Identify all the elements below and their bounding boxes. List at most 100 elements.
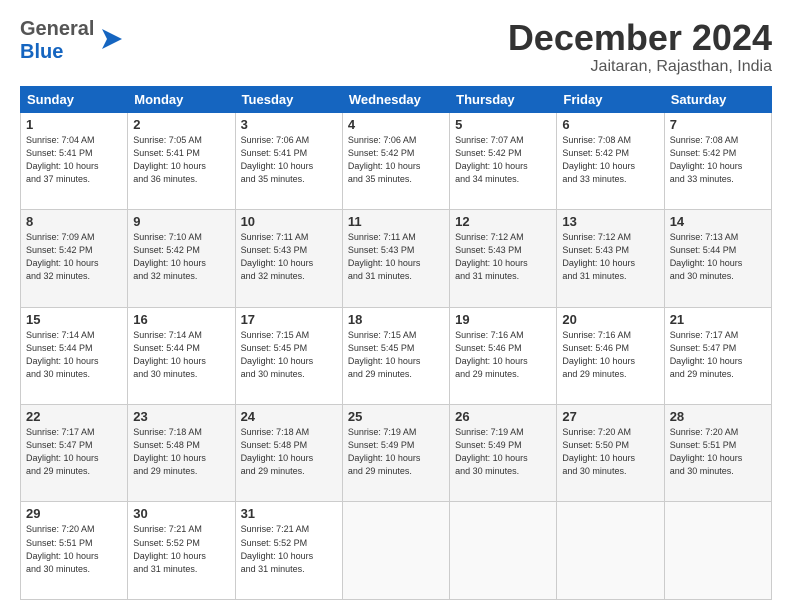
day-info: Sunrise: 7:11 AMSunset: 5:43 PMDaylight:… [241,231,337,283]
day-number: 26 [455,409,551,424]
day-cell: 12 Sunrise: 7:12 AMSunset: 5:43 PMDayligh… [450,210,557,307]
day-cell: 19Sunrise: 7:16 AMSunset: 5:46 PMDayligh… [450,307,557,404]
day-info: Sunrise: 7:14 AMSunset: 5:44 PMDaylight:… [133,329,229,381]
day-number: 6 [562,117,658,132]
day-number: 7 [670,117,766,132]
day-number: 22 [26,409,122,424]
calendar-row: 15 Sunrise: 7:14 AMSunset: 5:44 PMDayligh… [21,307,772,404]
calendar-row: 29Sunrise: 7:20 AMSunset: 5:51 PMDayligh… [21,502,772,600]
day-info: Sunrise: 7:21 AMSunset: 5:52 PMDaylight:… [241,523,337,575]
day-cell: 23 Sunrise: 7:18 AMSunset: 5:48 PMDayligh… [128,405,235,502]
day-cell: 16Sunrise: 7:14 AMSunset: 5:44 PMDayligh… [128,307,235,404]
day-cell: 24 Sunrise: 7:18 AMSunset: 5:48 PMDayligh… [235,405,342,502]
day-info: Sunrise: 7:13 AMSunset: 5:44 PMDaylight:… [670,231,766,283]
day-cell: 28Sunrise: 7:20 AMSunset: 5:51 PMDayligh… [664,405,771,502]
day-info: Sunrise: 7:17 AMSunset: 5:47 PMDaylight:… [670,329,766,381]
day-cell: 29Sunrise: 7:20 AMSunset: 5:51 PMDayligh… [21,502,128,600]
day-number: 27 [562,409,658,424]
day-number: 18 [348,312,444,327]
day-number: 12 [455,214,551,229]
day-info: Sunrise: 7:14 AMSunset: 5:44 PMDaylight:… [26,329,122,381]
header-wednesday: Wednesday [342,86,449,112]
calendar-row: 1 Sunrise: 7:04 AMSunset: 5:41 PMDaylight… [21,112,772,209]
day-cell: 14Sunrise: 7:13 AMSunset: 5:44 PMDayligh… [664,210,771,307]
day-info: Sunrise: 7:12 AMSunset: 5:43 PMDaylight:… [562,231,658,283]
header-monday: Monday [128,86,235,112]
header-saturday: Saturday [664,86,771,112]
day-cell: 1 Sunrise: 7:04 AMSunset: 5:41 PMDaylight… [21,112,128,209]
empty-cell [664,502,771,600]
day-info: Sunrise: 7:19 AMSunset: 5:49 PMDaylight:… [455,426,551,478]
day-info: Sunrise: 7:06 AMSunset: 5:42 PMDaylight:… [348,134,444,186]
weekday-header-row: Sunday Monday Tuesday Wednesday Thursday… [21,86,772,112]
day-info: Sunrise: 7:17 AMSunset: 5:47 PMDaylight:… [26,426,122,478]
day-cell: 3 Sunrise: 7:06 AMSunset: 5:41 PMDaylight… [235,112,342,209]
day-number: 30 [133,506,229,521]
page: General Blue December 2024 Jaitaran, Raj… [0,0,792,612]
calendar-row: 8 Sunrise: 7:09 AMSunset: 5:42 PMDaylight… [21,210,772,307]
day-info: Sunrise: 7:08 AMSunset: 5:42 PMDaylight:… [562,134,658,186]
day-info: Sunrise: 7:15 AMSunset: 5:45 PMDaylight:… [348,329,444,381]
day-number: 21 [670,312,766,327]
day-number: 10 [241,214,337,229]
day-info: Sunrise: 7:09 AMSunset: 5:42 PMDaylight:… [26,231,122,283]
header: General Blue December 2024 Jaitaran, Raj… [20,18,772,76]
day-cell: 30 Sunrise: 7:21 AMSunset: 5:52 PMDayligh… [128,502,235,600]
day-info: Sunrise: 7:15 AMSunset: 5:45 PMDaylight:… [241,329,337,381]
day-info: Sunrise: 7:12 AMSunset: 5:43 PMDaylight:… [455,231,551,283]
day-number: 2 [133,117,229,132]
day-number: 23 [133,409,229,424]
day-cell: 17 Sunrise: 7:15 AMSunset: 5:45 PMDayligh… [235,307,342,404]
day-info: Sunrise: 7:05 AMSunset: 5:41 PMDaylight:… [133,134,229,186]
day-cell: 5Sunrise: 7:07 AMSunset: 5:42 PMDaylight… [450,112,557,209]
day-number: 20 [562,312,658,327]
day-number: 9 [133,214,229,229]
day-number: 13 [562,214,658,229]
day-number: 24 [241,409,337,424]
day-number: 15 [26,312,122,327]
day-info: Sunrise: 7:19 AMSunset: 5:49 PMDaylight:… [348,426,444,478]
day-info: Sunrise: 7:07 AMSunset: 5:42 PMDaylight:… [455,134,551,186]
day-number: 3 [241,117,337,132]
logo-text: General Blue [20,18,94,64]
day-cell: 20Sunrise: 7:16 AMSunset: 5:46 PMDayligh… [557,307,664,404]
day-number: 25 [348,409,444,424]
day-cell: 21 Sunrise: 7:17 AMSunset: 5:47 PMDayligh… [664,307,771,404]
day-cell: 18 Sunrise: 7:15 AMSunset: 5:45 PMDayligh… [342,307,449,404]
day-number: 28 [670,409,766,424]
day-cell: 8 Sunrise: 7:09 AMSunset: 5:42 PMDaylight… [21,210,128,307]
day-number: 19 [455,312,551,327]
day-cell: 22 Sunrise: 7:17 AMSunset: 5:47 PMDayligh… [21,405,128,502]
day-info: Sunrise: 7:10 AMSunset: 5:42 PMDaylight:… [133,231,229,283]
header-tuesday: Tuesday [235,86,342,112]
day-info: Sunrise: 7:20 AMSunset: 5:50 PMDaylight:… [562,426,658,478]
day-cell: 6 Sunrise: 7:08 AMSunset: 5:42 PMDaylight… [557,112,664,209]
day-info: Sunrise: 7:18 AMSunset: 5:48 PMDaylight:… [241,426,337,478]
day-cell: 27 Sunrise: 7:20 AMSunset: 5:50 PMDayligh… [557,405,664,502]
day-info: Sunrise: 7:21 AMSunset: 5:52 PMDaylight:… [133,523,229,575]
empty-cell [557,502,664,600]
day-info: Sunrise: 7:18 AMSunset: 5:48 PMDaylight:… [133,426,229,478]
day-info: Sunrise: 7:06 AMSunset: 5:41 PMDaylight:… [241,134,337,186]
logo-image: General Blue [20,18,127,64]
calendar: Sunday Monday Tuesday Wednesday Thursday… [20,86,772,600]
day-number: 8 [26,214,122,229]
day-number: 1 [26,117,122,132]
day-cell: 15 Sunrise: 7:14 AMSunset: 5:44 PMDayligh… [21,307,128,404]
day-cell: 9 Sunrise: 7:10 AMSunset: 5:42 PMDaylight… [128,210,235,307]
day-cell: 13 Sunrise: 7:12 AMSunset: 5:43 PMDayligh… [557,210,664,307]
day-cell: 26 Sunrise: 7:19 AMSunset: 5:49 PMDayligh… [450,405,557,502]
header-thursday: Thursday [450,86,557,112]
day-cell: 25 Sunrise: 7:19 AMSunset: 5:49 PMDayligh… [342,405,449,502]
day-number: 4 [348,117,444,132]
header-sunday: Sunday [21,86,128,112]
empty-cell [450,502,557,600]
day-info: Sunrise: 7:11 AMSunset: 5:43 PMDaylight:… [348,231,444,283]
day-cell: 2 Sunrise: 7:05 AMSunset: 5:41 PMDaylight… [128,112,235,209]
day-info: Sunrise: 7:20 AMSunset: 5:51 PMDaylight:… [26,523,122,575]
day-number: 17 [241,312,337,327]
day-cell: 4 Sunrise: 7:06 AMSunset: 5:42 PMDaylight… [342,112,449,209]
day-info: Sunrise: 7:04 AMSunset: 5:41 PMDaylight:… [26,134,122,186]
logo: General Blue [20,18,127,64]
day-number: 31 [241,506,337,521]
